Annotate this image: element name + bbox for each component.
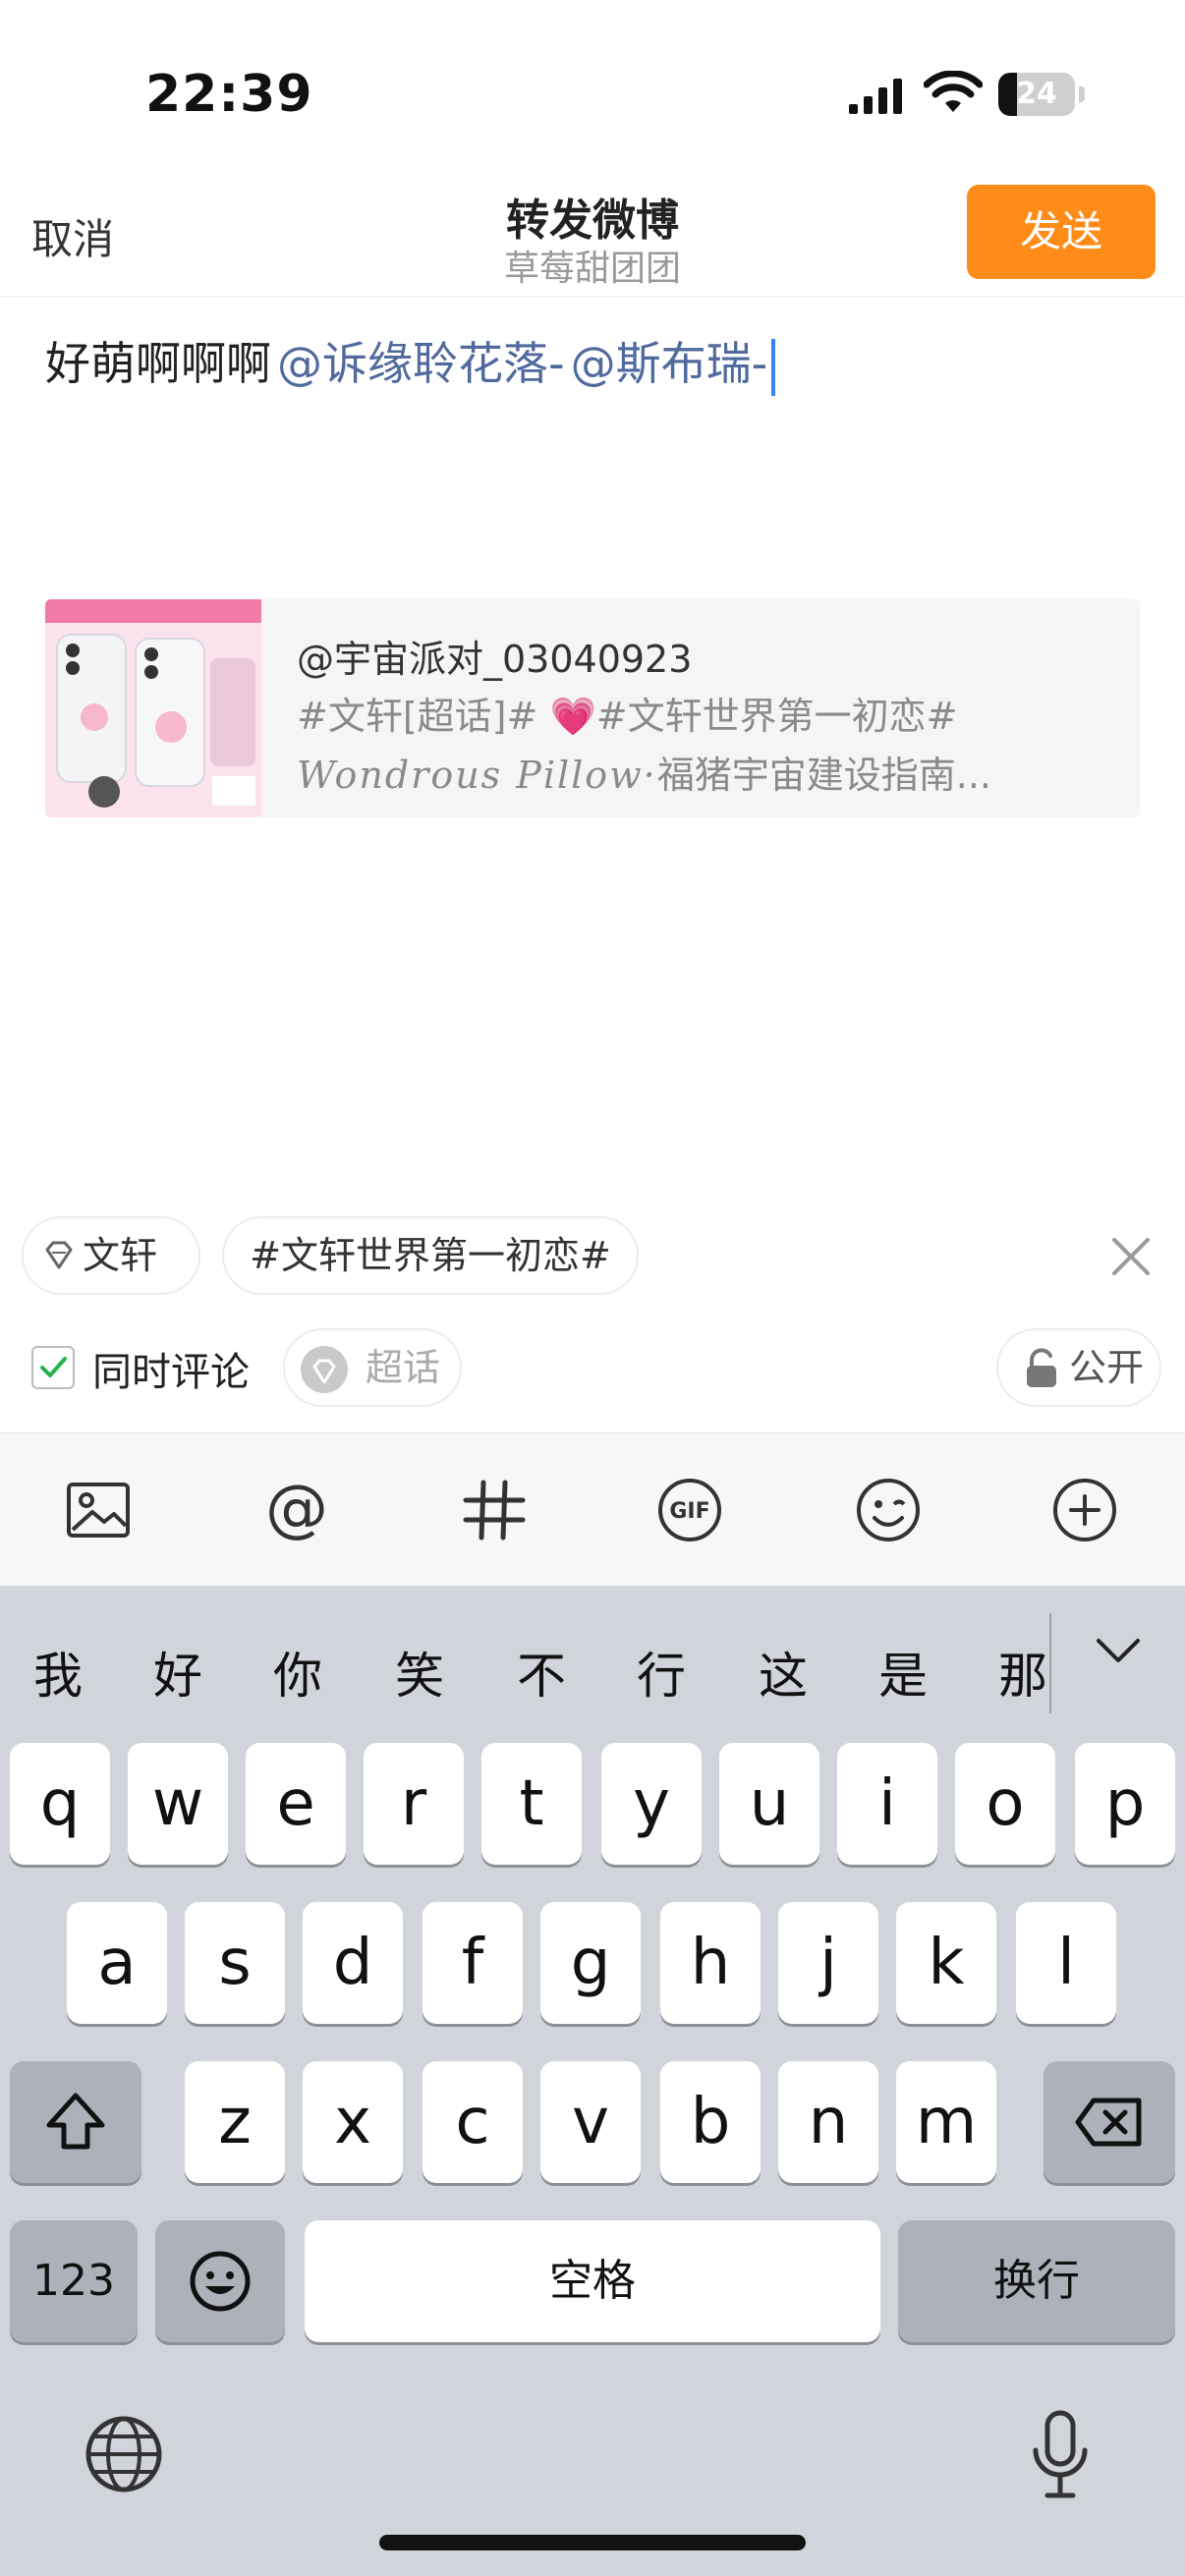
candidate-word[interactable]: 行: [637, 1637, 686, 1708]
candidate-word[interactable]: 笑: [395, 1637, 444, 1708]
key-q[interactable]: q: [10, 1743, 110, 1865]
compose-toolbar: @ GIF: [0, 1432, 1185, 1586]
visibility-button[interactable]: 公开: [996, 1328, 1161, 1407]
key-x[interactable]: x: [303, 2061, 403, 2183]
candidate-word[interactable]: 你: [273, 1637, 322, 1708]
post-thumbnail: [45, 599, 261, 817]
globe-icon[interactable]: [83, 2413, 165, 2495]
key-i[interactable]: i: [837, 1743, 937, 1865]
key-t[interactable]: t: [481, 1743, 582, 1865]
key-p[interactable]: p: [1075, 1743, 1175, 1865]
key-d[interactable]: d: [303, 1902, 403, 2024]
key-c[interactable]: c: [423, 2061, 523, 2183]
emoji-key[interactable]: [155, 2220, 285, 2342]
clock: 22:39: [145, 65, 313, 124]
visibility-label: 公开: [1069, 1346, 1145, 1389]
key-v[interactable]: v: [540, 2061, 641, 2183]
emoji-icon[interactable]: [847, 1469, 930, 1551]
gif-icon[interactable]: GIF: [649, 1469, 731, 1551]
key-s[interactable]: s: [185, 1902, 285, 2024]
key-z[interactable]: z: [185, 2061, 285, 2183]
numbers-key[interactable]: 123: [10, 2220, 138, 2342]
at-icon[interactable]: @: [255, 1469, 338, 1551]
hashtag-icon[interactable]: [452, 1469, 535, 1551]
key-l[interactable]: l: [1016, 1902, 1116, 2024]
battery-percent: 24: [1016, 77, 1057, 111]
super-topic-chip[interactable]: 文轩: [22, 1216, 200, 1295]
keyboard: 我 好 你 笑 不 行 这 是 那 q w e r t y u i o p a …: [0, 1586, 1185, 2576]
candidate-word[interactable]: 我: [33, 1637, 83, 1708]
send-button[interactable]: 发送: [967, 185, 1156, 279]
lock-icon: [1027, 1348, 1056, 1387]
mention-link[interactable]: @诉缘聆花落-: [277, 337, 565, 390]
comment-checkbox-label[interactable]: 同时评论: [92, 1340, 250, 1397]
close-icon[interactable]: [1108, 1234, 1154, 1279]
candidate-word[interactable]: 那: [998, 1637, 1047, 1708]
super-topic-button[interactable]: 超话: [283, 1328, 462, 1407]
quoted-post-topics: #文轩[超话]# 💗#文轩世界第一初恋#: [297, 686, 957, 740]
candidate-word[interactable]: 不: [517, 1637, 566, 1708]
image-icon[interactable]: [57, 1469, 140, 1551]
super-topic-tag: #文轩[超话]#: [297, 695, 538, 738]
key-m[interactable]: m: [896, 2061, 996, 2183]
quoted-post-excerpt: Wondrous Pillow·福猪宇宙建设指南...: [297, 754, 992, 797]
topic-tag: #文轩世界第一初恋#: [595, 695, 958, 738]
super-topic-chip-label: 文轩: [83, 1234, 158, 1277]
key-b[interactable]: b: [660, 2061, 761, 2183]
key-o[interactable]: o: [955, 1743, 1055, 1865]
page-title: 转发微博: [506, 196, 679, 246]
candidate-word[interactable]: 好: [153, 1637, 202, 1708]
shift-key[interactable]: [10, 2061, 141, 2183]
key-k[interactable]: k: [896, 1902, 996, 2024]
mention-link[interactable]: @斯布瑞-: [571, 337, 768, 390]
svg-text:GIF: GIF: [669, 1499, 709, 1524]
key-r[interactable]: r: [364, 1743, 464, 1865]
comment-checkbox[interactable]: [31, 1346, 75, 1389]
battery-icon: 24: [998, 73, 1085, 116]
wifi-icon: [924, 71, 983, 112]
space-key[interactable]: 空格: [305, 2220, 880, 2342]
quoted-post-card[interactable]: @宇宙派对_03040923 #文轩[超话]# 💗#文轩世界第一初恋# Wond…: [45, 599, 1140, 817]
candidate-word[interactable]: 是: [878, 1637, 928, 1708]
chevron-down-icon[interactable]: [1093, 1631, 1144, 1670]
nav-header: 取消 转发微博 草莓甜团团 发送: [0, 177, 1185, 297]
super-topic-label: 超话: [366, 1346, 441, 1389]
svg-text:@: @: [265, 1473, 328, 1545]
quoted-post-author: @宇宙派对_03040923: [297, 638, 693, 681]
key-g[interactable]: g: [540, 1902, 641, 2024]
key-y[interactable]: y: [601, 1743, 702, 1865]
candidate-word[interactable]: 这: [759, 1637, 808, 1708]
emoji-icon: [190, 2251, 251, 2312]
text-cursor: [771, 338, 776, 396]
diamond-icon: [301, 1346, 348, 1393]
backspace-key[interactable]: [1044, 2061, 1175, 2183]
candidate-divider: [1049, 1613, 1051, 1713]
key-e[interactable]: e: [246, 1743, 346, 1865]
key-u[interactable]: u: [719, 1743, 819, 1865]
page-subtitle: 草莓甜团团: [503, 249, 681, 289]
return-key[interactable]: 换行: [898, 2220, 1175, 2342]
key-j[interactable]: j: [778, 1902, 878, 2024]
add-icon[interactable]: [1044, 1469, 1126, 1551]
home-indicator: [379, 2535, 806, 2550]
key-f[interactable]: f: [423, 1902, 523, 2024]
key-a[interactable]: a: [67, 1902, 167, 2024]
key-n[interactable]: n: [778, 2061, 878, 2183]
compose-text: 好萌啊啊啊: [45, 337, 271, 390]
cellular-signal-icon: [849, 79, 902, 114]
microphone-icon[interactable]: [1026, 2409, 1095, 2501]
heart-emoji-icon: 💗: [549, 695, 596, 738]
shift-icon: [46, 2093, 105, 2150]
key-h[interactable]: h: [660, 1902, 761, 2024]
key-w[interactable]: w: [128, 1743, 228, 1865]
status-bar: 22:39 24: [0, 0, 1185, 177]
checkmark-icon: [40, 1357, 67, 1377]
topic-chip[interactable]: #文轩世界第一初恋#: [222, 1216, 639, 1295]
cancel-button[interactable]: 取消: [31, 206, 114, 266]
compose-text-area[interactable]: 好萌啊啊啊 @诉缘聆花落- @斯布瑞-: [45, 334, 1146, 396]
backspace-icon: [1075, 2098, 1142, 2147]
diamond-icon: [45, 1241, 73, 1269]
